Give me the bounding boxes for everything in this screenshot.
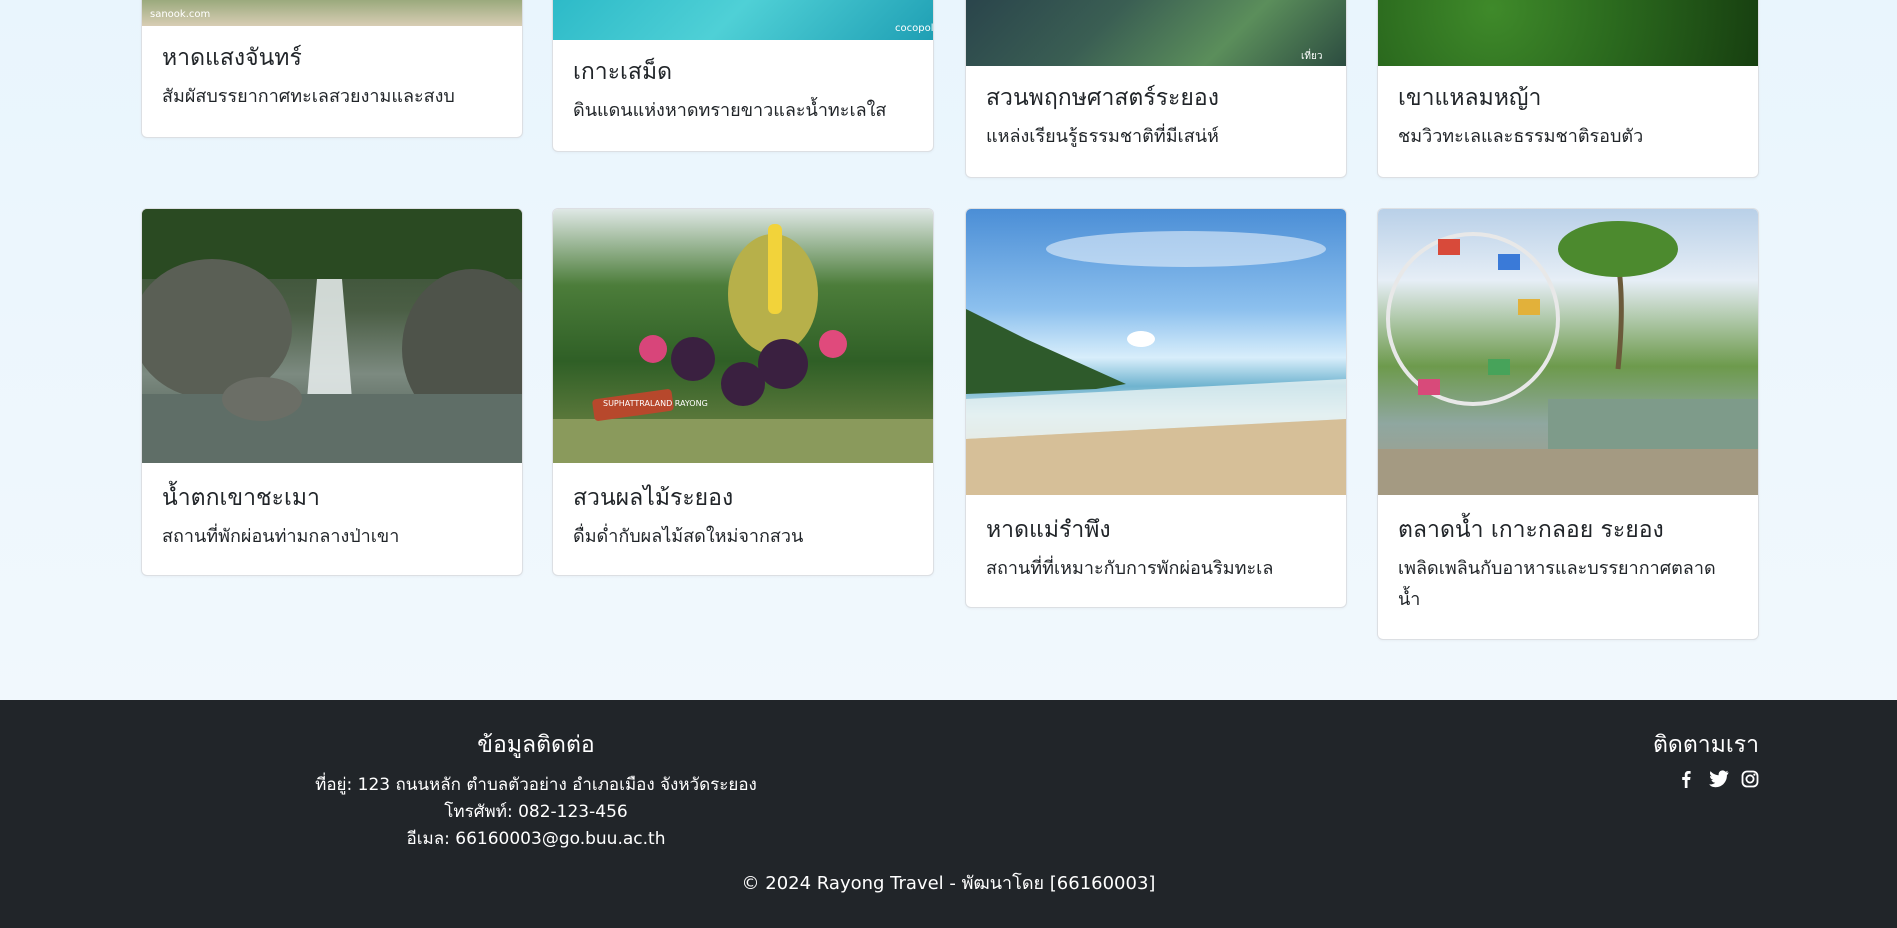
- twitter-icon[interactable]: [1709, 770, 1729, 788]
- attraction-card[interactable]: cocopoll เกาะเสม็ด ดินแดนแห่งหาดทรายขาวแ…: [552, 0, 934, 152]
- waterfall-illustration: [142, 209, 522, 463]
- photo-watermark: เที่ยวระยอง: [1301, 51, 1329, 77]
- card-title: หาดแม่รำพึง: [986, 517, 1111, 543]
- instagram-icon[interactable]: [1741, 770, 1759, 788]
- attraction-card[interactable]: น้ำตกเขาชะเมา สถานที่พักผ่อนท่ามกลางป่าเ…: [141, 208, 523, 576]
- attraction-card[interactable]: หาดแม่รำพึง สถานที่ที่เหมาะกับการพักผ่อน…: [965, 208, 1347, 608]
- card-description: เพลิดเพลินกับอาหารและบรรยากาศตลาดน้ำ: [1398, 558, 1716, 610]
- contact-title: ข้อมูลติดต่อ: [477, 732, 595, 758]
- contact-email: อีเมล: 66160003@go.buu.ac.th: [406, 829, 666, 849]
- card-description: สัมผัสบรรยากาศทะเลสวยงามและสงบ: [162, 86, 455, 107]
- park-sign: SUPHATTRALAND RAYONG: [603, 399, 708, 408]
- card-title: เกาะเสม็ด: [573, 59, 673, 85]
- card-title: เขาแหลมหญ้า: [1398, 85, 1542, 111]
- attraction-photo: [1378, 0, 1758, 66]
- attraction-card[interactable]: sanook.com หาดแสงจันทร์ สัมผัสบรรยากาศทะ…: [141, 0, 523, 138]
- card-title: สวนผลไม้ระยอง: [573, 485, 734, 511]
- facebook-icon[interactable]: [1677, 770, 1695, 788]
- attraction-photo: [142, 209, 522, 463]
- card-description: แหล่งเรียนรู้ธรรมชาติที่มีเสน่ห์: [986, 126, 1219, 147]
- copyright-text: © 2024 Rayong Travel - พัฒนาโดย [6616000…: [741, 873, 1156, 894]
- card-description: สถานที่พักผ่อนท่ามกลางป่าเขา: [162, 526, 400, 547]
- contact-section: ข้อมูลติดต่อ ที่อยู่: 123 ถนนหลัก ตำบลตั…: [230, 728, 842, 853]
- beach-illustration: [966, 231, 1346, 495]
- contact-phone: โทรศัพท์: 082-123-456: [444, 802, 628, 822]
- contact-address: ที่อยู่: 123 ถนนหลัก ตำบลตัวอย่าง อำเภอเ…: [315, 775, 757, 795]
- card-title: น้ำตกเขาชะเมา: [162, 485, 320, 511]
- attraction-photo: cocopoll: [553, 0, 933, 40]
- attraction-photo: SUPHATTRALAND RAYONG: [553, 209, 933, 463]
- attraction-card[interactable]: ตลาดน้ำ เกาะกลอย ระยอง เพลิดเพลินกับอาหา…: [1377, 208, 1759, 640]
- follow-section: ติดตามเรา: [1653, 728, 1759, 788]
- attraction-card[interactable]: เขาแหลมหญ้า ชมวิวทะเลและธรรมชาติรอบตัว: [1377, 0, 1759, 178]
- floating-market-illustration: [1378, 221, 1758, 495]
- card-title: ตลาดน้ำ เกาะกลอย ระยอง: [1398, 517, 1664, 543]
- photo-watermark: cocopoll: [895, 23, 934, 34]
- fruit-garden-illustration: SUPHATTRALAND RAYONG: [553, 224, 933, 463]
- photo-watermark: sanook.com: [150, 9, 211, 20]
- site-footer: ข้อมูลติดต่อ ที่อยู่: 123 ถนนหลัก ตำบลตั…: [0, 700, 1897, 928]
- card-description: ชมวิวทะเลและธรรมชาติรอบตัว: [1398, 126, 1644, 147]
- social-links: [1653, 770, 1759, 788]
- card-title: หาดแสงจันทร์: [162, 45, 302, 71]
- card-description: สถานที่ที่เหมาะกับการพักผ่อนริมทะเล: [986, 558, 1274, 579]
- attraction-photo: [966, 209, 1346, 495]
- attraction-photo: เที่ยวระยอง: [966, 0, 1346, 77]
- attraction-card[interactable]: SUPHATTRALAND RAYONG สวนผลไม้ระยอง ดื่มด…: [552, 208, 934, 576]
- card-description: ดินแดนแห่งหาดทรายขาวและน้ำทะเลใส: [573, 100, 887, 121]
- card-description: ดื่มด่ำกับผลไม้สดใหม่จากสวน: [573, 526, 804, 547]
- attraction-card[interactable]: เที่ยวระยอง สวนพฤกษศาสตร์ระยอง แหล่งเรีย…: [965, 0, 1347, 178]
- attraction-photo: [1378, 209, 1758, 495]
- card-title: สวนพฤกษศาสตร์ระยอง: [986, 85, 1219, 111]
- attraction-photo: sanook.com: [142, 0, 522, 26]
- follow-title: ติดตามเรา: [1652, 732, 1759, 758]
